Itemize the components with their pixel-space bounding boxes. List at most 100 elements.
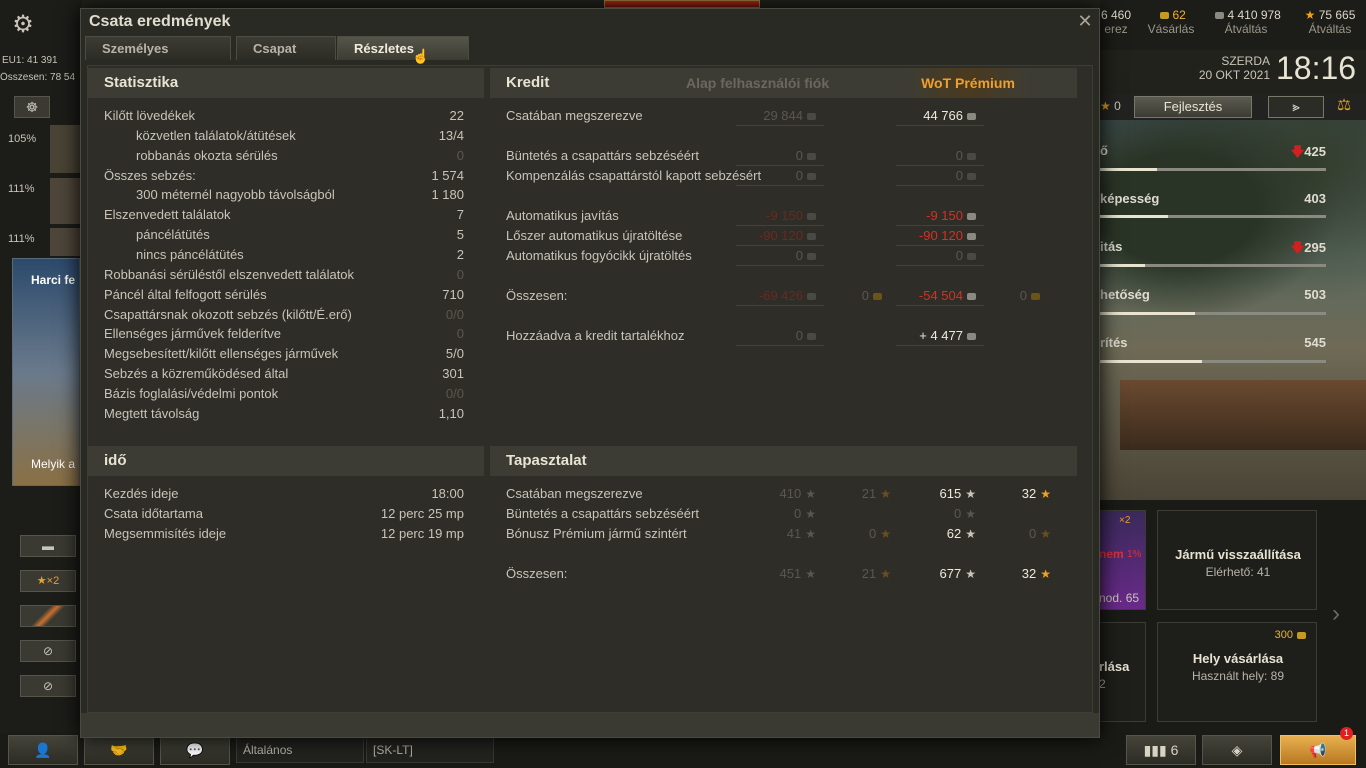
gold-icon <box>873 293 882 301</box>
value-text: -9 150 <box>766 208 803 223</box>
stat-value: 403 <box>1304 191 1326 206</box>
platoon-icon[interactable]: ☸ <box>14 96 50 118</box>
filter-icon[interactable]: ⊘ <box>20 640 76 662</box>
value-text: -69 426 <box>758 288 803 303</box>
friends-icon[interactable]: 🤝 <box>84 735 154 765</box>
close-icon[interactable]: ✕ <box>1077 12 1093 30</box>
stat-label: itás <box>1100 239 1123 254</box>
column-basic-account: Alap felhasználói fiók <box>686 75 830 91</box>
upgrade-button[interactable]: Fejlesztés <box>1134 96 1252 118</box>
event-banner[interactable]: Harci fe Melyik a <box>12 258 80 486</box>
xp-label: Csatában megszerezve <box>506 486 643 501</box>
stat-label: páncélátütés <box>136 227 210 243</box>
resource-gold[interactable]: 62 Vásárlás <box>1146 8 1196 36</box>
credit-label: Automatikus fogyócikk újratöltés <box>506 248 692 263</box>
row-separator <box>736 265 824 266</box>
stat-label: Ellenséges járművek felderítve <box>104 326 282 342</box>
dialog-title: Csata eredmények <box>89 13 231 30</box>
xp-row: Összesen: 451 ★ 21 ★ 677 ★ 32 ★ <box>506 564 1066 584</box>
stat-row: ő 🡇425 <box>1100 140 1330 188</box>
value-text: -9 150 <box>926 208 963 223</box>
credit-basic-value: -9 150 <box>736 206 816 226</box>
credit-row: Összesen: -69 426 -54 504 0 0 <box>506 286 1066 306</box>
credit-premium-value: -9 150 <box>896 206 976 226</box>
time-value: 12 perc 19 mp <box>380 526 464 541</box>
stat-label: nincs páncélátütés <box>136 246 244 262</box>
credit-label: Összesen: <box>506 288 568 303</box>
stat-label: Robbanási sérüléstől elszenvedett talála… <box>104 266 355 282</box>
credit-basic-value: 0 <box>736 166 816 186</box>
xp-row: Csatában megszerezve 410 ★ 21 ★ 615 ★ 32 ★ <box>506 484 1066 504</box>
crew-portrait[interactable] <box>50 125 80 173</box>
credit-basic-value: 0 <box>736 146 816 166</box>
mouse-cursor-icon: ☝ <box>412 48 430 64</box>
credits-icon <box>807 333 816 341</box>
compare-icon[interactable]: ⚖ <box>1330 96 1358 118</box>
filter-icon[interactable]: ⊘ <box>20 675 76 697</box>
stat-label: közvetlen találatok/átütések <box>136 127 296 143</box>
battle-button-edge[interactable] <box>604 0 760 8</box>
partial-card[interactable]: rlása 2 <box>1098 622 1146 722</box>
resource-credits[interactable]: 4 410 978 Átváltás <box>1206 8 1286 36</box>
tab-team[interactable]: Csapat pont <box>236 36 336 80</box>
xp-value: 410 ★ <box>736 484 816 504</box>
time-value: 12 perc 25 mp <box>380 506 464 521</box>
chat-icon[interactable]: 💬 <box>160 735 230 765</box>
stat-value: 🡇295 <box>1290 240 1326 255</box>
credits-icon <box>967 153 976 161</box>
value-text: -90 120 <box>758 228 803 243</box>
stat-label: Megsebesített/kilőtt ellenséges járművek <box>104 346 339 362</box>
session-stats-button[interactable]: ▮▮▮ 6 <box>1126 735 1196 765</box>
stat-label: Sebzés a közreműködésed által <box>104 366 289 382</box>
credits-icon <box>807 253 816 261</box>
resource-label: Átváltás <box>1308 22 1352 36</box>
free-xp-star-icon: ★ <box>1040 567 1051 581</box>
resource-free-xp[interactable]: ★ 75 665 Átváltás <box>1298 8 1362 36</box>
profile-icon[interactable]: 👤 <box>8 735 78 765</box>
value-text: 615 <box>939 486 962 501</box>
time-value: 18:00 <box>431 486 464 501</box>
vehicle-restore-card[interactable]: Jármű visszaállítása Elérhető: 41 <box>1157 510 1317 610</box>
tank-filter-icon[interactable]: ▬ <box>20 535 76 557</box>
tab-detailed-report[interactable]: Részletes jelentés <box>337 36 469 80</box>
stat-label: rítés <box>1100 335 1128 350</box>
settings-gear-icon[interactable]: ⚙ <box>8 10 38 40</box>
rental-filter-icon[interactable] <box>20 605 76 627</box>
value-text: + 4 477 <box>919 328 963 343</box>
stat-row: Páncél által felfogott sérülés 710 <box>104 285 464 305</box>
xp-star-icon: ★ <box>805 507 816 521</box>
credit-row: Lőszer automatikus újratöltése -90 120 -90… <box>506 226 1066 246</box>
row-separator <box>736 305 824 306</box>
xp-x2-filter-button[interactable]: ★×2 <box>20 570 76 592</box>
free-xp-star-icon: ★ <box>1040 527 1051 541</box>
value-text: 0 <box>955 168 963 183</box>
service-icon[interactable]: ◈ <box>1202 735 1272 765</box>
credits-icon <box>967 213 976 221</box>
xp-value: 41 ★ <box>736 524 816 544</box>
experience-list: Csatában megszerezve 410 ★ 21 ★ 615 ★ 32 ★ Büntet… <box>506 484 1066 584</box>
dialog-footer <box>81 713 1099 737</box>
tech-tree-icon[interactable]: ⪢ <box>1268 96 1324 118</box>
stat-value: 1,10 <box>438 405 464 421</box>
credit-label: Kompenzálás csapattárstól kapott sebzésé… <box>506 168 762 183</box>
tab-personal[interactable]: Személyes eredmény <box>85 36 231 80</box>
chat-channel-general[interactable]: Általános <box>236 737 364 763</box>
bonus-card[interactable]: ×2 nem 1% nod. 65 <box>1098 510 1146 610</box>
card-title: Jármű visszaállítása <box>1175 547 1301 562</box>
stat-label: Páncél által felfogott sérülés <box>104 286 267 302</box>
credit-basic-value: 29 844 <box>736 106 816 126</box>
chat-channel-clan[interactable]: [SK-LT] <box>366 737 494 763</box>
credit-basic-value: 0 <box>736 246 816 266</box>
value-text: 0 <box>795 248 803 263</box>
dialog-body: Statisztika Kilőtt lövedékek 22 közvetlen … <box>87 65 1093 713</box>
resource-bonds[interactable]: 6 460 erez <box>1094 8 1138 36</box>
value-text: 62 <box>946 526 962 541</box>
buy-slot-card[interactable]: 300 Hely vásárlása Használt hely: 89 <box>1157 622 1317 722</box>
stat-value: 0 <box>456 266 464 282</box>
crew-portrait[interactable] <box>50 178 80 224</box>
crew-portrait[interactable] <box>50 228 80 256</box>
stat-value: 7 <box>456 207 464 223</box>
row-separator <box>896 345 984 346</box>
carousel-next-icon[interactable]: › <box>1332 600 1340 628</box>
section-header-statistics: Statisztika <box>88 68 484 98</box>
